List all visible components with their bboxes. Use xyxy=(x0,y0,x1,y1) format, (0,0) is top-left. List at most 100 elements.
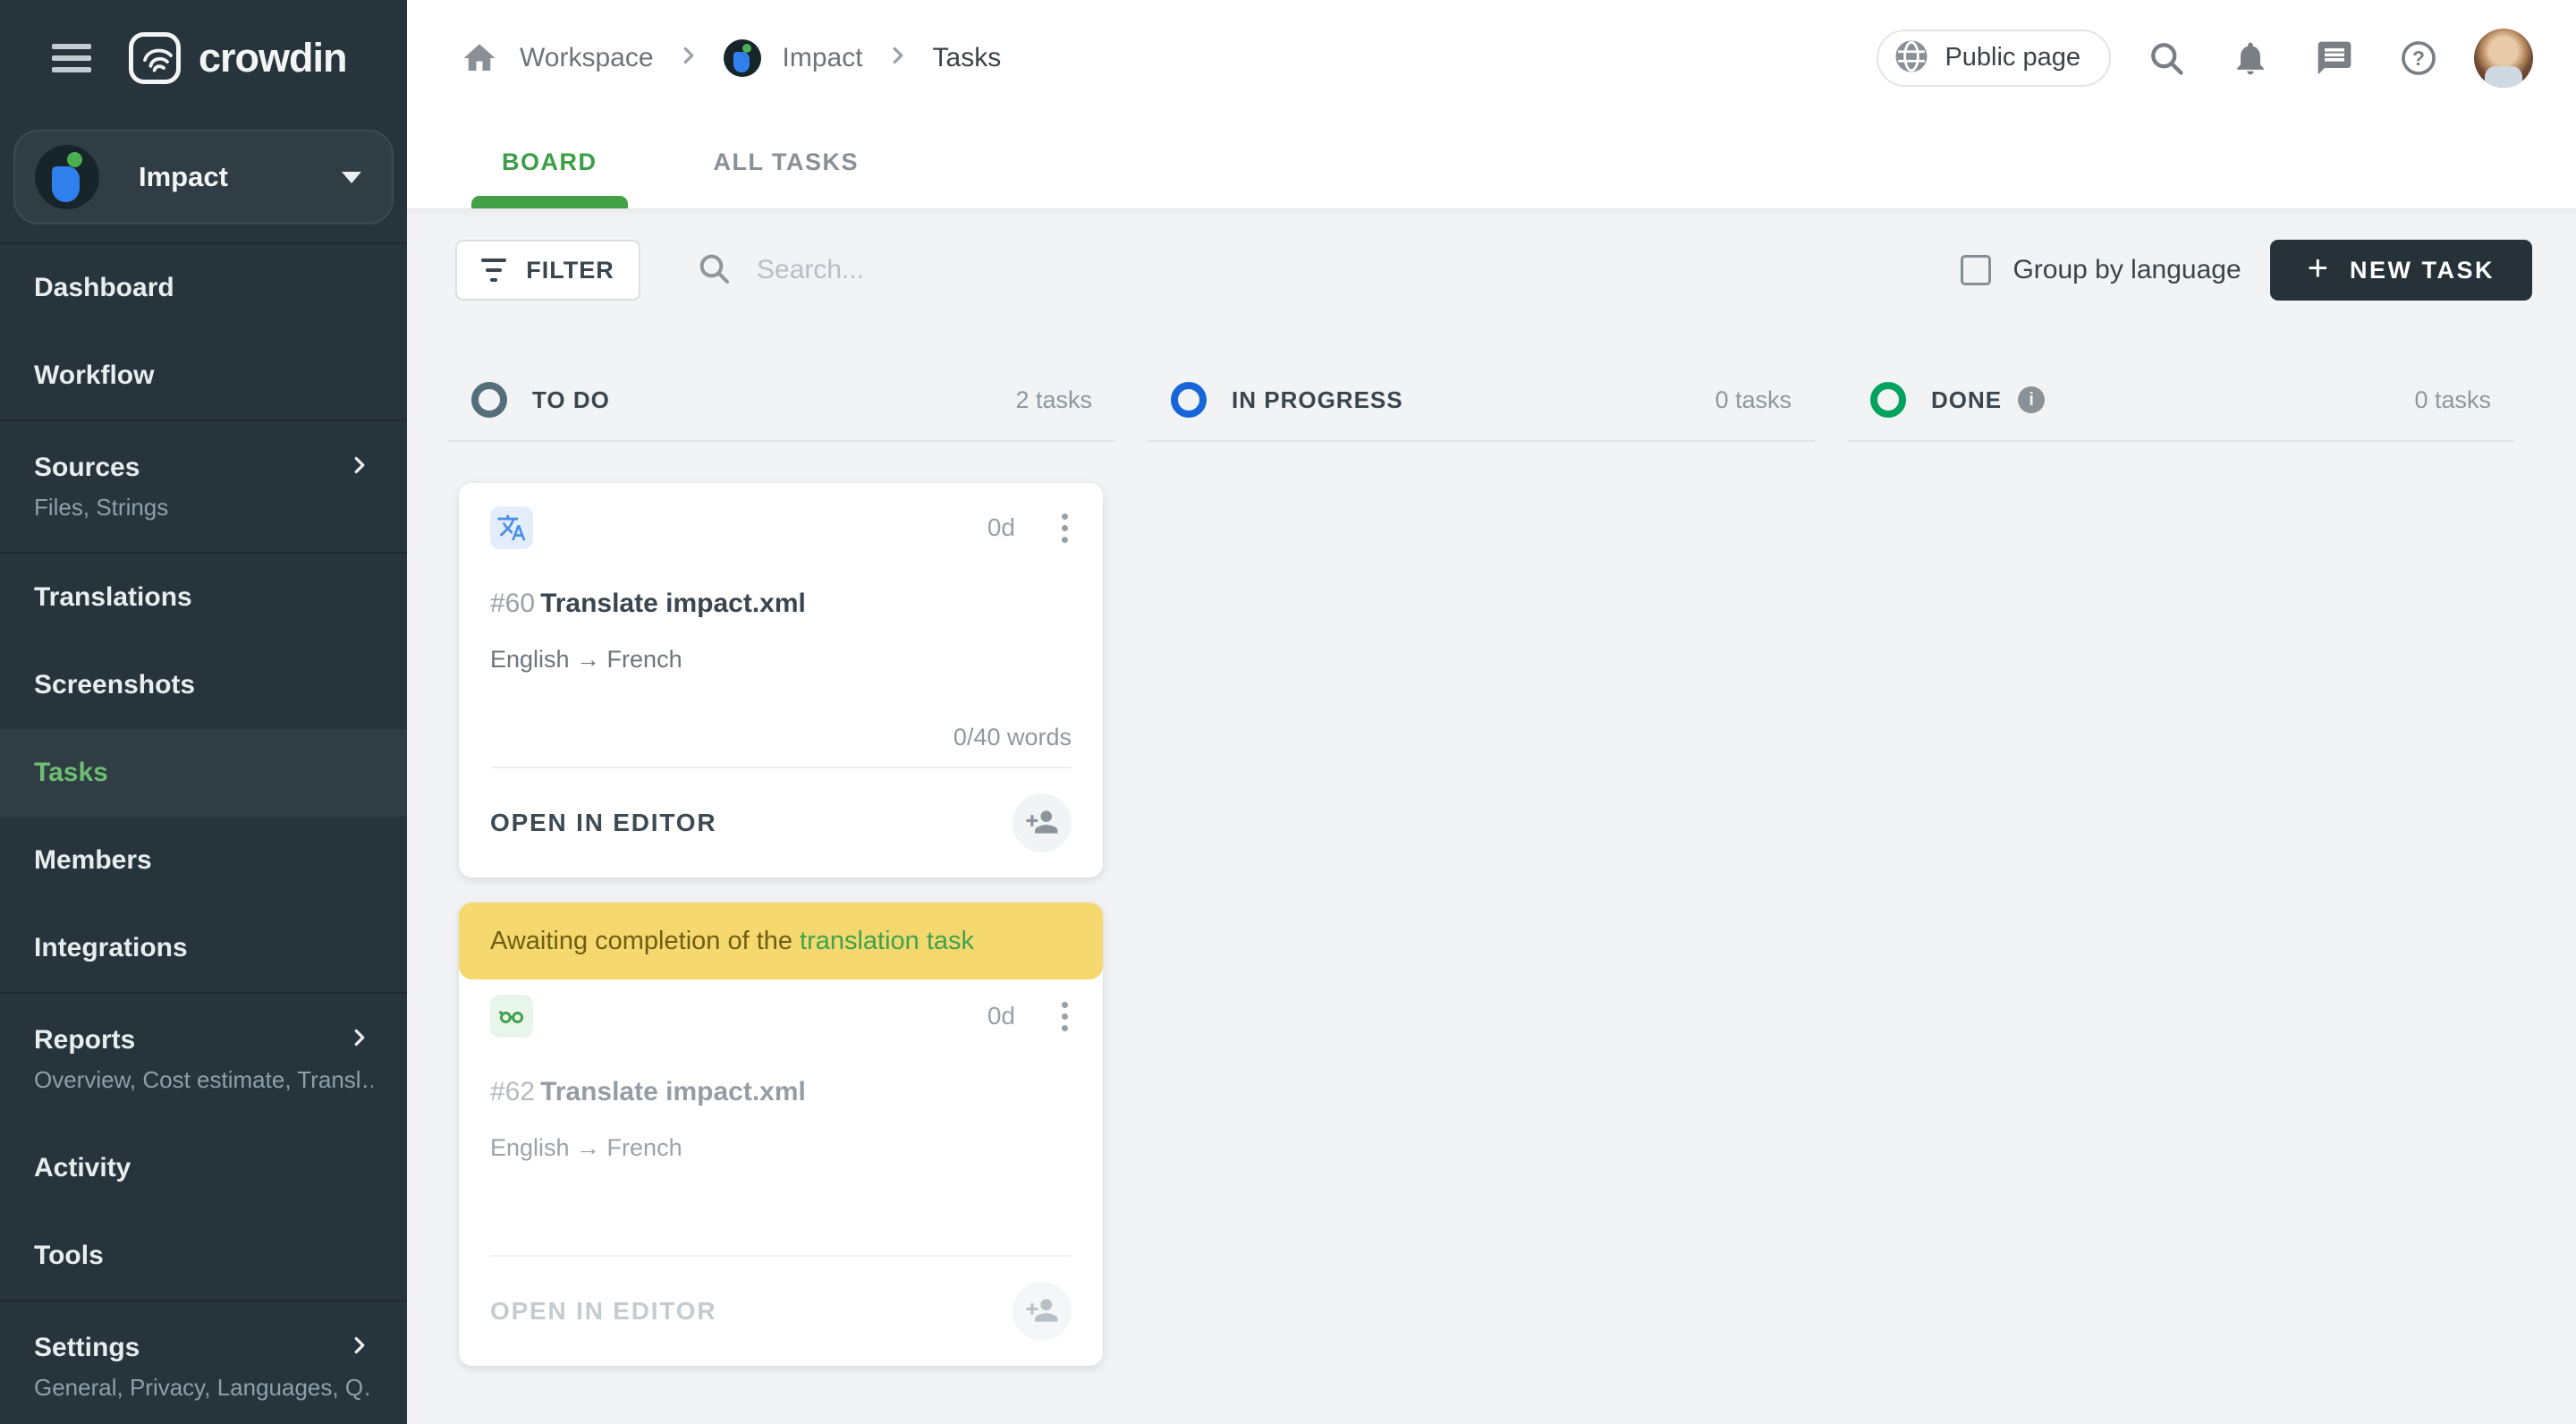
user-avatar[interactable] xyxy=(2474,28,2533,88)
info-icon[interactable] xyxy=(2018,386,2046,413)
chevron-right-icon xyxy=(346,1024,373,1055)
breadcrumb: Workspace Impact Tasks xyxy=(461,38,1002,77)
sidebar-item-translations[interactable]: Translations xyxy=(0,554,407,641)
person-add-icon xyxy=(1025,805,1059,842)
assign-person-button[interactable] xyxy=(1013,1282,1072,1341)
chevron-right-icon xyxy=(346,452,373,483)
kebab-menu-icon[interactable] xyxy=(1058,510,1072,547)
column-title: TO DO xyxy=(532,386,610,413)
sidebar-item-sublabel: Overview, Cost estimate, Transl… xyxy=(34,1066,373,1093)
sidebar-item-label: Translations xyxy=(34,582,192,612)
sidebar-item-sublabel: Files, Strings xyxy=(34,494,169,521)
plus-icon: + xyxy=(2307,249,2328,288)
hamburger-menu-icon[interactable] xyxy=(52,38,91,79)
tab-board[interactable]: BOARD xyxy=(471,115,628,208)
sidebar-item-sources[interactable]: Sources Files, Strings xyxy=(0,421,407,552)
home-icon[interactable] xyxy=(461,39,498,77)
column-task-count: 2 tasks xyxy=(1015,386,1092,413)
public-page-label: Public page xyxy=(1945,43,2080,72)
search-input[interactable] xyxy=(757,255,1293,285)
column-header: DONE 0 tasks xyxy=(1847,370,2514,429)
sidebar-item-label: Settings xyxy=(34,1332,140,1362)
assign-person-button[interactable] xyxy=(1013,793,1072,852)
column-in-progress: IN PROGRESS 0 tasks xyxy=(1148,370,1815,1366)
sidebar-item-tasks[interactable]: Tasks xyxy=(0,729,407,817)
task-id: #60 xyxy=(490,589,536,618)
column-done: DONE 0 tasks xyxy=(1847,370,2514,1366)
breadcrumb-project[interactable]: Impact xyxy=(783,43,863,73)
sidebar-item-activity[interactable]: Activity xyxy=(0,1124,407,1212)
help-icon[interactable]: ? xyxy=(2390,30,2447,87)
search-icon[interactable] xyxy=(2138,30,2195,87)
column-task-count: 0 tasks xyxy=(2414,386,2491,413)
sidebar-item-tools[interactable]: Tools xyxy=(0,1212,407,1300)
language-pair: English → French xyxy=(490,1134,682,1161)
task-name: Translate impact.xml xyxy=(540,1077,806,1106)
sidebar-item-screenshots[interactable]: Screenshots xyxy=(0,641,407,729)
banner-text: Awaiting completion of the xyxy=(490,926,793,955)
divider xyxy=(1148,440,1815,442)
word-progress: 0/40 words xyxy=(953,724,1072,750)
board-columns: TO DO 2 tasks 0d #60 Translate impact.xm… xyxy=(407,370,2576,1366)
language-pair: English → French xyxy=(490,646,682,673)
divider xyxy=(1847,440,2514,442)
project-selector[interactable]: Impact xyxy=(13,130,394,225)
brand-name: crowdin xyxy=(199,34,348,81)
sidebar-item-label: Tasks xyxy=(34,758,108,787)
sidebar-nav: Dashboard Workflow Sources Files, String… xyxy=(0,242,407,1424)
sidebar-item-sublabel: General, Privacy, Languages, Q… xyxy=(34,1374,373,1401)
project-logo-icon xyxy=(35,145,99,209)
group-by-language-label: Group by language xyxy=(2012,255,2241,284)
filter-icon xyxy=(481,259,507,282)
open-in-editor-button[interactable]: OPEN IN EDITOR xyxy=(490,809,716,837)
kebab-menu-icon[interactable] xyxy=(1058,998,1072,1035)
crowdin-logo[interactable]: crowdin xyxy=(129,31,348,84)
new-task-label: NEW TASK xyxy=(2350,256,2495,284)
sidebar-item-label: Screenshots xyxy=(34,670,196,699)
new-task-button[interactable]: + NEW TASK xyxy=(2269,240,2532,301)
sidebar-item-integrations[interactable]: Integrations xyxy=(0,904,407,992)
chevron-right-icon xyxy=(346,1332,373,1363)
card-title: #62 Translate impact.xml xyxy=(490,1077,1072,1107)
chevron-right-icon xyxy=(885,42,911,73)
sidebar-item-label: Activity xyxy=(34,1153,131,1182)
filter-button-label: FILTER xyxy=(526,256,614,284)
task-card-62[interactable]: Awaiting completion of the translation t… xyxy=(459,903,1103,1366)
search-icon xyxy=(696,250,732,291)
task-board: FILTER Group by language + NEW xyxy=(407,208,2576,1424)
checkbox-icon[interactable] xyxy=(1961,255,1992,285)
sidebar-header: crowdin xyxy=(0,0,407,115)
sidebar-item-reports[interactable]: Reports Overview, Cost estimate, Transl… xyxy=(0,994,407,1124)
sidebar-item-settings[interactable]: Settings General, Privacy, Languages, Q… xyxy=(0,1301,407,1424)
sidebar-item-label: Workflow xyxy=(34,360,155,390)
column-todo: TO DO 2 tasks 0d #60 Translate impact.xm… xyxy=(448,370,1115,1366)
sidebar-item-workflow[interactable]: Workflow xyxy=(0,332,407,420)
sidebar-item-label: Dashboard xyxy=(34,273,174,302)
open-in-editor-button[interactable]: OPEN IN EDITOR xyxy=(490,1297,716,1326)
public-page-button[interactable]: Public page xyxy=(1877,29,2111,87)
breadcrumb-page: Tasks xyxy=(932,42,1002,72)
messages-icon[interactable] xyxy=(2306,30,2363,87)
card-header: 0d xyxy=(490,995,1072,1038)
tab-all-tasks[interactable]: ALL TASKS xyxy=(683,115,890,208)
sidebar-item-members[interactable]: Members xyxy=(0,817,407,904)
filter-button[interactable]: FILTER xyxy=(455,240,640,301)
task-card-60[interactable]: 0d #60 Translate impact.xml English → Fre… xyxy=(459,483,1103,877)
project-logo-icon xyxy=(723,38,761,77)
notifications-bell-icon[interactable] xyxy=(2222,30,2279,87)
globe-icon xyxy=(1893,38,1930,78)
sidebar-item-dashboard[interactable]: Dashboard xyxy=(0,244,407,332)
translation-task-link[interactable]: translation task xyxy=(800,927,974,956)
column-header: IN PROGRESS 0 tasks xyxy=(1148,370,1815,429)
task-name: Translate impact.xml xyxy=(540,589,806,618)
card-footer: OPEN IN EDITOR xyxy=(459,1257,1103,1366)
card-footer: OPEN IN EDITOR xyxy=(459,768,1103,877)
breadcrumb-workspace[interactable]: Workspace xyxy=(520,43,654,73)
topbar-actions: Public page ? xyxy=(1877,28,2533,88)
proofread-task-icon xyxy=(490,995,533,1038)
status-circle-todo-icon xyxy=(471,382,507,418)
due-badge: 0d xyxy=(987,1002,1015,1030)
group-by-language-toggle[interactable]: Group by language xyxy=(1961,255,2241,285)
topbar: Workspace Impact Tasks Public page ? xyxy=(407,0,2576,115)
sidebar-item-label: Members xyxy=(34,845,152,875)
